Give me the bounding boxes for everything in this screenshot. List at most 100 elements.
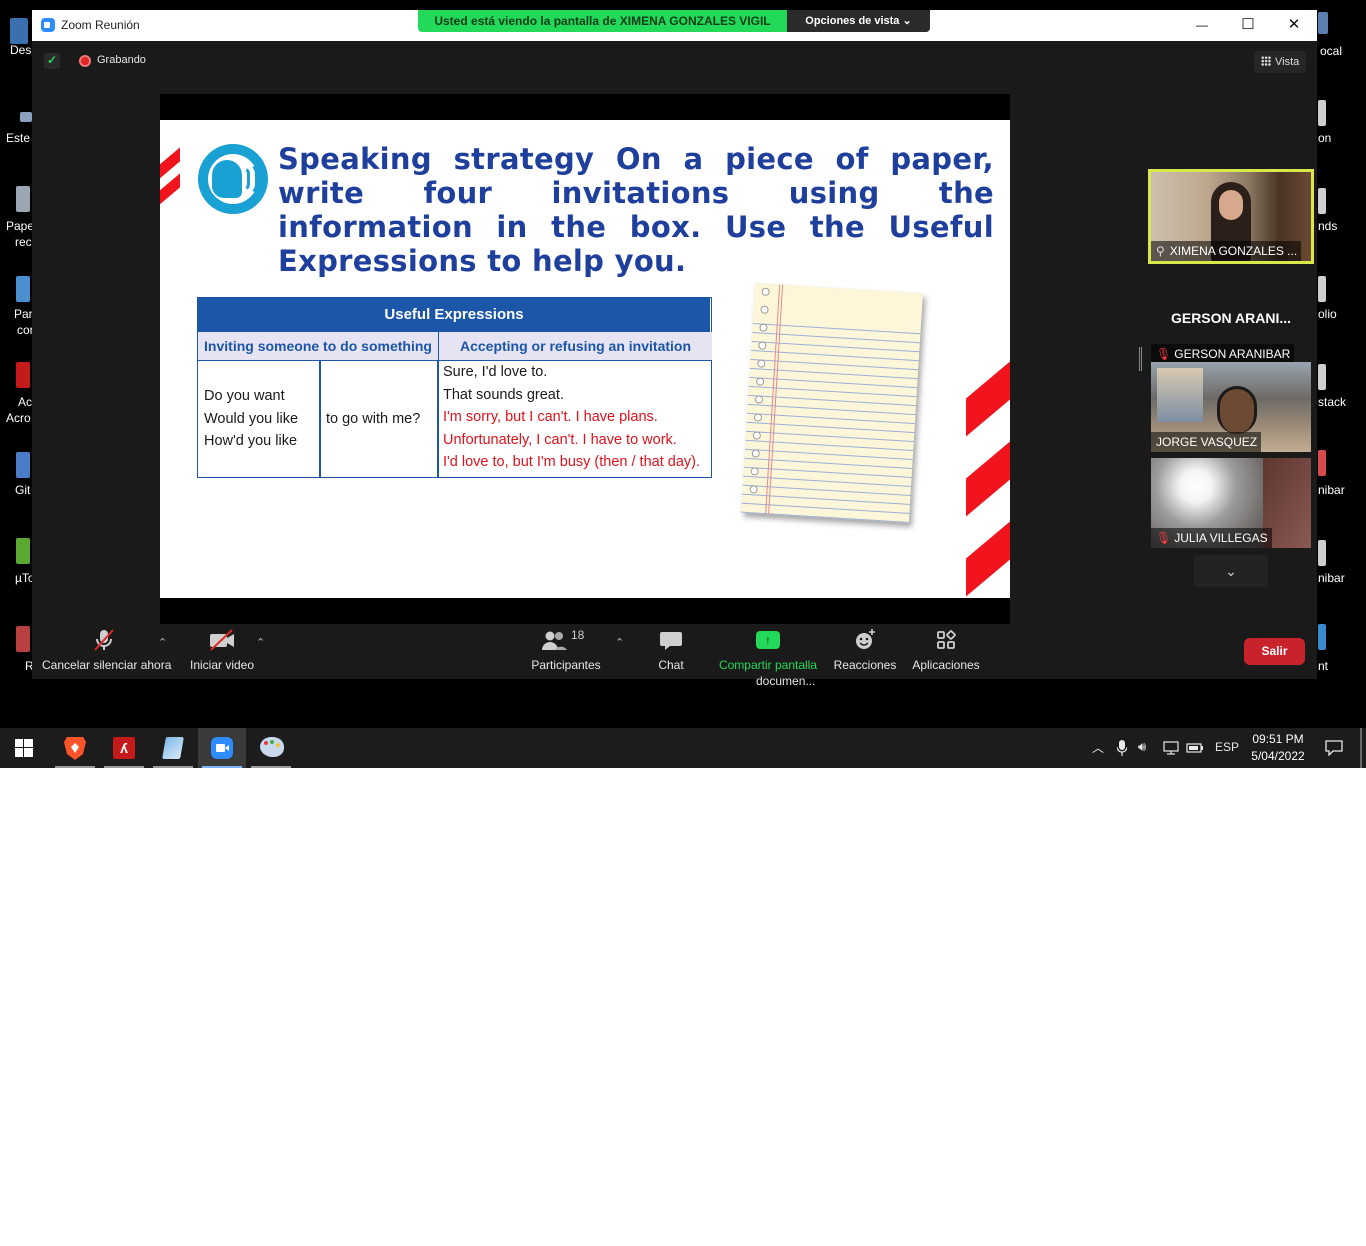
desktop-icon-right-4[interactable] (1318, 276, 1326, 302)
pin-icon: ⚲ (1156, 244, 1165, 258)
microphone-icon[interactable] (1117, 740, 1127, 756)
panel-resize-handle[interactable] (1139, 347, 1142, 371)
apps-button[interactable]: Aplicaciones (910, 628, 982, 672)
start-video-button[interactable]: Iniciar video (184, 628, 260, 672)
table-cell: Unfortunately, I can't. I have to work. (443, 431, 677, 448)
taskbar-notepad[interactable] (149, 728, 197, 768)
share-screen-label: Compartir pantalla (718, 658, 818, 672)
share-tooltip: documen... (756, 674, 816, 688)
share-screen-button[interactable]: ↑ Compartir pantalla (716, 628, 820, 672)
participant-name-text: JULIA VILLEGAS (1174, 531, 1268, 545)
clock-date: 5/04/2022 (1251, 749, 1305, 763)
video-off-icon (210, 629, 234, 651)
participants-button[interactable]: 18 Participantes (528, 628, 604, 672)
windows-start-icon[interactable] (15, 739, 33, 757)
notepad-icon (162, 737, 184, 759)
unmute-label: Cancelar silenciar ahora (42, 658, 172, 672)
desktop-icon-left-1[interactable] (10, 18, 28, 44)
reactions-icon (856, 629, 875, 649)
participant-tile-gerson[interactable]: GERSON ARANI... 🎙︎ GERSON ARANIBAR (1151, 302, 1311, 364)
desktop-icon-right-6[interactable] (1318, 450, 1326, 476)
desktop-label: stack (1318, 395, 1347, 409)
useful-expressions-table: Useful Expressions Inviting someone to d… (197, 297, 712, 478)
apps-label: Aplicaciones (912, 658, 980, 672)
decorative-stripe (966, 441, 1010, 517)
taskbar-paint[interactable] (247, 728, 295, 768)
taskbar-acrobat[interactable]: ʎ (100, 728, 148, 768)
desktop-icon-left-2[interactable] (20, 112, 32, 122)
inviting-phrases: Do you want Would you like How'd you lik… (204, 385, 298, 453)
desktop-icon-right-3[interactable] (1318, 188, 1326, 214)
show-desktop-button[interactable] (1360, 728, 1362, 768)
desktop-label: Acro (6, 411, 31, 425)
desktop-label: nibar (1318, 483, 1345, 497)
scroll-down-button[interactable]: ⌄ (1194, 555, 1268, 587)
battery-icon[interactable] (1186, 742, 1204, 754)
acrobat-icon[interactable] (16, 362, 30, 388)
brave-icon (64, 737, 86, 760)
window-title: Zoom Reunión (61, 18, 140, 32)
show-hidden-icons-chevron-up-icon[interactable]: ︿ (1092, 739, 1104, 756)
view-options-dropdown[interactable]: Opciones de vista ⌄ (787, 10, 930, 32)
chevron-down-icon: ⌄ (1225, 563, 1237, 579)
desktop-icon-right-1[interactable] (1318, 12, 1328, 34)
participant-tile-jorge[interactable]: JORGE VASQUEZ (1151, 362, 1311, 452)
unmute-button[interactable]: Cancelar silenciar ahora (42, 628, 172, 672)
system-clock[interactable]: 09:51 PM 5/04/2022 (1244, 731, 1312, 765)
clock-time: 09:51 PM (1252, 732, 1304, 746)
video-options-caret[interactable]: ⌃ (256, 636, 265, 649)
desktop-icon-right-8[interactable] (1318, 624, 1326, 650)
desktop-label: olio (1318, 307, 1337, 321)
acrobat-icon: ʎ (113, 737, 135, 759)
view-layout-button[interactable]: Vista (1254, 51, 1306, 73)
taskbar-brave-browser[interactable] (51, 728, 99, 768)
refusing-phrases: I'm sorry, but I can't. I have plans. Un… (443, 406, 700, 474)
participants-options-caret[interactable]: ⌃ (615, 636, 624, 649)
windows-taskbar: ʎ ︿ 🔊︎ ESP 09:51 PM 5/04/2022 (0, 728, 1366, 768)
leave-meeting-button[interactable]: Salir (1244, 638, 1305, 665)
utorrent-icon[interactable] (16, 538, 30, 564)
encryption-shield-icon[interactable] (44, 53, 60, 69)
desktop-icon-left-r[interactable] (16, 626, 30, 652)
zoom-meeting-window: Zoom Reunión — ☐ ✕ Usted está viendo la … (32, 10, 1317, 688)
desktop-label: nibar (1318, 571, 1345, 585)
desktop-icon-right-2[interactable] (1318, 100, 1326, 126)
minimize-button[interactable]: — (1179, 10, 1225, 41)
git-icon[interactable] (16, 452, 30, 478)
decorative-stripe (966, 361, 1010, 437)
network-icon[interactable] (1163, 741, 1179, 755)
input-language[interactable]: ESP (1215, 740, 1239, 754)
table-cell: to go with me? (326, 411, 421, 427)
participant-display-name: GERSON ARANI... (1170, 310, 1292, 326)
participant-tile-julia[interactable]: 🎙︎ JULIA VILLEGAS (1151, 458, 1311, 548)
participant-name: JORGE VASQUEZ (1151, 432, 1262, 452)
table-cell: Sure, I'd love to. (443, 364, 548, 380)
desktop-label: nds (1318, 219, 1338, 233)
desktop-label: Pape (6, 219, 35, 233)
recording-label: Grabando (97, 54, 146, 66)
table-header: Useful Expressions (198, 298, 710, 332)
control-panel-icon[interactable] (16, 276, 30, 302)
table-cell: Do you want (204, 388, 285, 404)
desktop-screen: Desc Este e Pape rec Par cor Ac Acro Git… (0, 0, 1366, 768)
maximize-button[interactable]: ☐ (1225, 10, 1271, 41)
notebook-paper-image (741, 283, 923, 523)
notifications-icon[interactable] (1325, 740, 1343, 756)
taskbar-zoom[interactable] (198, 728, 246, 768)
shared-screen[interactable]: Speaking strategy On a piece of paper, w… (160, 94, 1010, 624)
recycle-bin-icon[interactable] (16, 186, 30, 212)
table-cell: How'd you like (204, 433, 298, 450)
reactions-button[interactable]: Reacciones (832, 628, 898, 672)
close-button[interactable]: ✕ (1271, 10, 1317, 41)
table-cell: I'm sorry, but I can't. I have plans. (443, 409, 658, 425)
desktop-label: Par (14, 307, 33, 321)
participant-tile-ximena[interactable]: ⚲ XIMENA GONZALES ... (1148, 169, 1314, 264)
desktop-icon-right-7[interactable] (1318, 540, 1326, 566)
table-col-header: Accepting or refusing an invitation (439, 332, 712, 361)
volume-icon[interactable]: 🔊︎ (1138, 739, 1146, 755)
chat-button[interactable]: Chat (649, 628, 693, 672)
slide-title: Speaking strategy On a piece of paper, w… (278, 142, 994, 278)
recording-icon (79, 55, 91, 67)
audio-options-caret[interactable]: ⌃ (158, 636, 167, 649)
desktop-icon-right-5[interactable] (1318, 364, 1326, 390)
